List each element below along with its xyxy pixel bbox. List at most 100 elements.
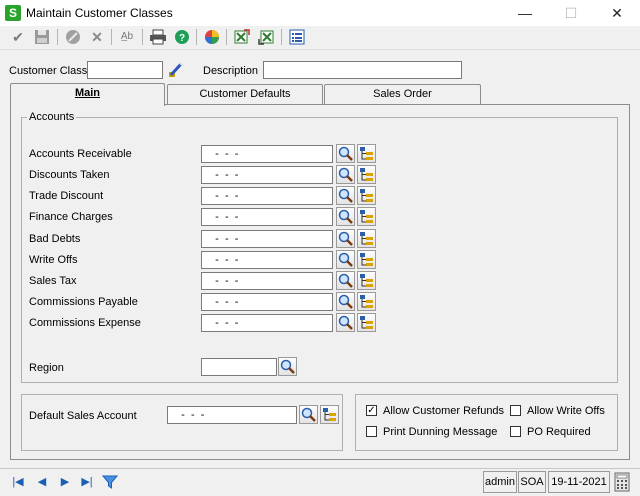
status-user: admin [483,471,517,493]
account-label: Write Offs [29,254,78,266]
default-sales-account-input[interactable] [167,406,297,424]
previous-record-icon[interactable]: ◀ [33,473,51,491]
account-tree-button[interactable] [357,186,376,205]
account-label: Commissions Payable [29,296,138,308]
allow-customer-refunds-checkbox[interactable]: ✓ [366,405,377,416]
account-tree-button[interactable] [357,250,376,269]
account-tree-button[interactable] [357,313,376,332]
print-dunning-message-checkbox[interactable] [366,426,377,437]
customer-class-lookup-button[interactable] [166,60,186,80]
magnifier-icon [338,315,353,330]
account-tree-button[interactable] [357,292,376,311]
toolbar-separator [226,29,227,45]
stop-icon[interactable] [63,27,83,47]
print-dunning-message-label: Print Dunning Message [383,426,498,438]
account-label: Sales Tax [29,275,77,287]
customer-class-input[interactable] [87,61,163,79]
magnifier-icon [338,146,353,161]
delete-icon[interactable]: ✕ [87,27,107,47]
account-lookup-button[interactable] [336,207,355,226]
toolbar-separator [196,29,197,45]
pencil-lookup-icon [169,62,184,77]
account-label: Bad Debts [29,233,81,245]
checkmark-icon[interactable]: ✔ [8,27,28,47]
account-lookup-button[interactable] [336,165,355,184]
account-input[interactable] [201,187,333,205]
text-abc-icon[interactable]: A̲b [117,27,137,47]
account-tree-button[interactable] [357,165,376,184]
account-tree-icon [360,210,373,223]
minimize-button[interactable]: — [502,0,548,26]
account-input[interactable] [201,272,333,290]
toolbar-separator [281,29,282,45]
region-lookup-button[interactable] [278,357,297,376]
color-wheel-icon[interactable] [202,27,222,47]
account-lookup-button[interactable] [336,250,355,269]
account-tree-icon [360,295,373,308]
account-lookup-button[interactable] [336,313,355,332]
account-lookup-button[interactable] [336,229,355,248]
account-input[interactable] [201,230,333,248]
account-input[interactable] [201,293,333,311]
default-sales-lookup-button[interactable] [299,405,318,424]
status-date: 19-11-2021 [548,471,610,493]
region-label: Region [29,362,64,374]
region-input[interactable] [201,358,277,376]
toolbar-separator [57,29,58,45]
status-company: SOA [518,471,546,493]
account-input[interactable] [201,251,333,269]
tab-customer-defaults[interactable]: Customer Defaults [167,84,323,104]
last-record-icon[interactable]: ▶| [78,473,96,491]
account-lookup-button[interactable] [336,186,355,205]
account-label: Trade Discount [29,190,104,202]
options-group [355,394,618,451]
maximize-button: ☐ [564,5,578,21]
account-tree-button[interactable] [357,144,376,163]
account-lookup-button[interactable] [336,292,355,311]
import-icon[interactable] [256,27,276,47]
next-record-icon[interactable]: ▶ [56,473,74,491]
po-required-checkbox[interactable] [510,426,521,437]
first-record-icon[interactable]: |◀ [9,473,27,491]
po-required-label: PO Required [527,426,591,438]
account-input[interactable] [201,166,333,184]
account-tree-button[interactable] [357,229,376,248]
account-tree-button[interactable] [357,207,376,226]
default-sales-tree-button[interactable] [320,405,339,424]
filter-icon[interactable] [101,473,119,491]
svg-text:?: ? [179,33,185,44]
description-input[interactable] [263,61,462,79]
magnifier-icon [301,407,316,422]
default-sales-account-label: Default Sales Account [29,410,137,422]
window-title: Maintain Customer Classes [26,6,173,20]
description-label: Description [203,65,259,77]
account-label: Finance Charges [29,211,113,223]
print-icon[interactable] [148,27,168,47]
export-icon[interactable] [232,27,252,47]
tab-main[interactable]: Main [10,83,165,106]
account-input[interactable] [201,208,333,226]
account-tree-icon [360,168,373,181]
close-button[interactable]: ✕ [594,0,640,26]
help-icon[interactable]: ? [172,27,192,47]
list-icon[interactable] [287,27,307,47]
account-lookup-button[interactable] [336,144,355,163]
account-tree-button[interactable] [357,271,376,290]
magnifier-icon [280,359,295,374]
allow-write-offs-label: Allow Write Offs [527,405,605,417]
account-input[interactable] [201,145,333,163]
magnifier-icon [338,273,353,288]
app-icon: S [5,5,21,21]
save-icon[interactable] [32,27,52,47]
allow-write-offs-checkbox[interactable] [510,405,521,416]
accounts-group-label: Accounts [27,111,77,123]
magnifier-icon [338,294,353,309]
account-tree-icon [323,408,336,421]
magnifier-icon [338,188,353,203]
account-lookup-button[interactable] [336,271,355,290]
account-input[interactable] [201,314,333,332]
calculator-icon[interactable] [613,472,631,492]
tab-sales-order[interactable]: Sales Order [324,84,481,104]
account-tree-icon [360,274,373,287]
account-tree-icon [360,232,373,245]
